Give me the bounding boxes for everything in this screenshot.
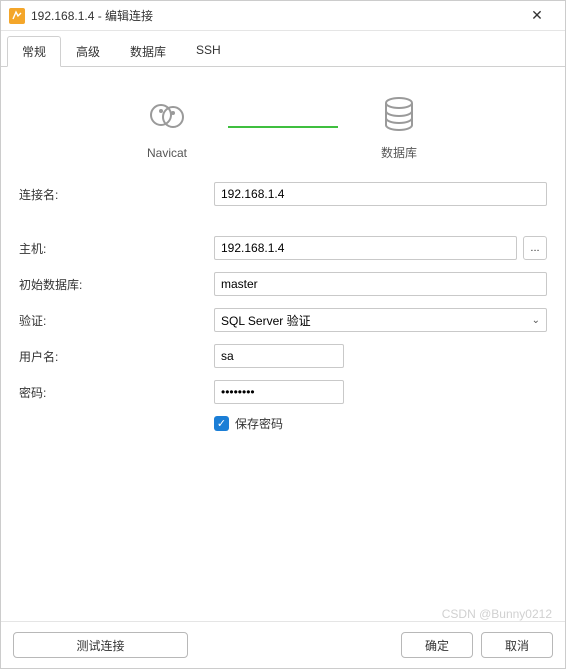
save-pass-label[interactable]: 保存密码 — [235, 415, 283, 432]
tab-label: 数据库 — [130, 45, 166, 59]
user-label: 用户名: — [19, 348, 214, 365]
auth-select-value: SQL Server 验证 — [221, 312, 311, 329]
tab-ssh[interactable]: SSH — [181, 36, 236, 67]
conn-name-input[interactable] — [214, 182, 547, 206]
tab-label: SSH — [196, 43, 221, 57]
close-icon: ✕ — [531, 7, 543, 24]
tab-general[interactable]: 常规 — [7, 36, 61, 67]
host-label: 主机: — [19, 240, 214, 257]
tab-label: 常规 — [22, 45, 46, 59]
tab-advanced[interactable]: 高级 — [61, 36, 115, 67]
row-initdb: 初始数据库: — [19, 271, 547, 297]
app-icon — [9, 8, 25, 24]
diagram-right-label: 数据库 — [381, 144, 417, 161]
row-pass: 密码: — [19, 379, 547, 405]
content-area: Navicat 数据库 连接名: — [1, 67, 565, 621]
diagram-right: 数据库 — [378, 93, 420, 161]
chevron-down-icon: ⌄ — [532, 315, 540, 326]
user-input[interactable] — [214, 344, 344, 368]
row-host: 主机: ... — [19, 235, 547, 261]
save-pass-checkbox[interactable]: ✓ — [214, 416, 229, 431]
tab-bar: 常规 高级 数据库 SSH — [1, 31, 565, 67]
auth-label: 验证: — [19, 312, 214, 329]
ok-button[interactable]: 确定 — [401, 632, 473, 658]
connection-diagram: Navicat 数据库 — [19, 93, 547, 161]
initdb-label: 初始数据库: — [19, 276, 214, 293]
titlebar: 192.168.1.4 - 编辑连接 ✕ — [1, 1, 565, 31]
cancel-button[interactable]: 取消 — [481, 632, 553, 658]
conn-name-label: 连接名: — [19, 186, 214, 203]
diagram-left-label: Navicat — [147, 146, 187, 160]
host-more-button[interactable]: ... — [523, 236, 547, 260]
tab-label: 高级 — [76, 45, 100, 59]
row-connection-name: 连接名: — [19, 181, 547, 207]
ellipsis-icon: ... — [530, 242, 539, 254]
diagram-connector — [228, 126, 338, 128]
auth-select[interactable]: SQL Server 验证 ⌄ — [214, 308, 547, 332]
row-auth: 验证: SQL Server 验证 ⌄ — [19, 307, 547, 333]
navicat-icon — [146, 95, 188, 140]
dialog-window: 192.168.1.4 - 编辑连接 ✕ 常规 高级 数据库 SSH — [0, 0, 566, 669]
host-input[interactable] — [214, 236, 517, 260]
check-icon: ✓ — [217, 417, 226, 430]
initdb-input[interactable] — [214, 272, 547, 296]
pass-input[interactable] — [214, 380, 344, 404]
footer: 测试连接 确定 取消 — [1, 621, 565, 668]
window-title: 192.168.1.4 - 编辑连接 — [31, 7, 517, 24]
test-connection-button[interactable]: 测试连接 — [13, 632, 188, 658]
database-icon — [378, 93, 420, 138]
row-user: 用户名: — [19, 343, 547, 369]
diagram-left: Navicat — [146, 95, 188, 160]
pass-label: 密码: — [19, 384, 214, 401]
row-save-pass: ✓ 保存密码 — [214, 415, 547, 432]
form: 连接名: 主机: ... 初始数据库: — [19, 181, 547, 432]
tab-database[interactable]: 数据库 — [115, 36, 181, 67]
close-button[interactable]: ✕ — [517, 2, 557, 30]
